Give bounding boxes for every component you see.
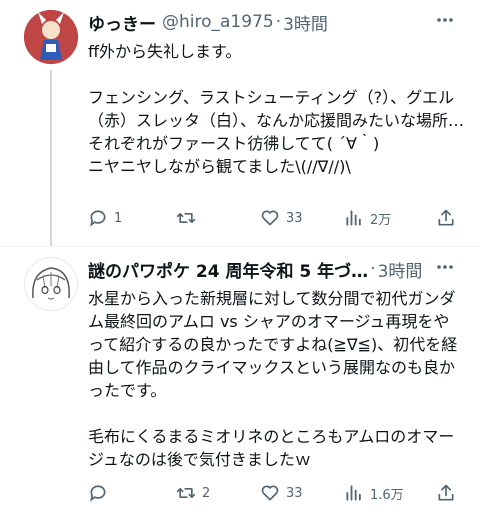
tweet-2[interactable]: 謎のパワポケ 24 周年令和 5 年づ… · 3時間 水星から入った新規層に対し…: [0, 246, 480, 513]
reply-button[interactable]: 1: [88, 208, 122, 228]
like-button[interactable]: 33: [260, 483, 303, 503]
tweet-text-content: ff外から失礼します。 フェンシング、ラストシューティング（?）、グエル（赤）ス…: [88, 42, 465, 176]
like-button[interactable]: 33: [260, 208, 303, 228]
display-name[interactable]: 謎のパワポケ 24 周年令和 5 年づ…: [88, 257, 368, 282]
timestamp[interactable]: 3時間: [283, 10, 328, 35]
avatar[interactable]: [24, 10, 78, 64]
views-button[interactable]: 1.6万: [344, 483, 404, 503]
views-icon: [346, 210, 361, 226]
retweet-icon: [176, 488, 196, 498]
tweet-text-content: 水星から入った新規層に対して数分間で初代ガンダム最終回のアムロ vs シャアのオ…: [88, 289, 458, 469]
reply-icon: [90, 210, 106, 227]
share-button[interactable]: [436, 483, 456, 503]
more-icon[interactable]: [432, 10, 458, 30]
thread-line: [50, 70, 52, 246]
user-handle[interactable]: @hiro_a1975: [162, 12, 274, 32]
reply-icon: [90, 485, 106, 502]
share-icon: [438, 484, 454, 501]
tweet-text: ff外から失礼します。 フェンシング、ラストシューティング（?）、グエル（赤）ス…: [88, 40, 464, 178]
reply-count: 1: [114, 210, 123, 226]
views-button[interactable]: 2万: [344, 208, 391, 228]
retweet-button[interactable]: [176, 208, 202, 228]
like-icon: [261, 485, 279, 501]
retweet-icon: [176, 213, 196, 223]
reply-button[interactable]: [88, 483, 114, 503]
tweet-1[interactable]: ゆっきー @hiro_a1975 · 3時間 ff外から失礼します。 フェンシン…: [0, 0, 480, 246]
retweet-button[interactable]: 2: [176, 483, 210, 503]
like-icon: [261, 210, 279, 226]
tweet-header: 謎のパワポケ 24 周年令和 5 年づ… · 3時間: [88, 257, 423, 282]
timestamp[interactable]: 3時間: [378, 257, 423, 282]
like-count: 33: [286, 210, 303, 226]
separator-dot: ·: [275, 12, 282, 32]
view-count: 2万: [370, 212, 392, 228]
retweet-count: 2: [202, 485, 211, 501]
separator-dot: ·: [370, 259, 376, 279]
view-count: 1.6万: [370, 487, 404, 503]
like-count: 33: [286, 485, 303, 501]
display-name[interactable]: ゆっきー: [88, 10, 156, 35]
more-icon[interactable]: [432, 257, 458, 277]
share-button[interactable]: [436, 208, 456, 228]
views-icon: [346, 485, 361, 501]
action-bar: 2 33 1.6万: [88, 481, 464, 505]
share-icon: [438, 209, 454, 226]
action-bar: 1 33 2万: [88, 206, 464, 230]
tweet-header: ゆっきー @hiro_a1975 · 3時間: [88, 10, 328, 35]
avatar[interactable]: [24, 257, 78, 311]
tweet-text: 水星から入った新規層に対して数分間で初代ガンダム最終回のアムロ vs シャアのオ…: [88, 287, 464, 471]
